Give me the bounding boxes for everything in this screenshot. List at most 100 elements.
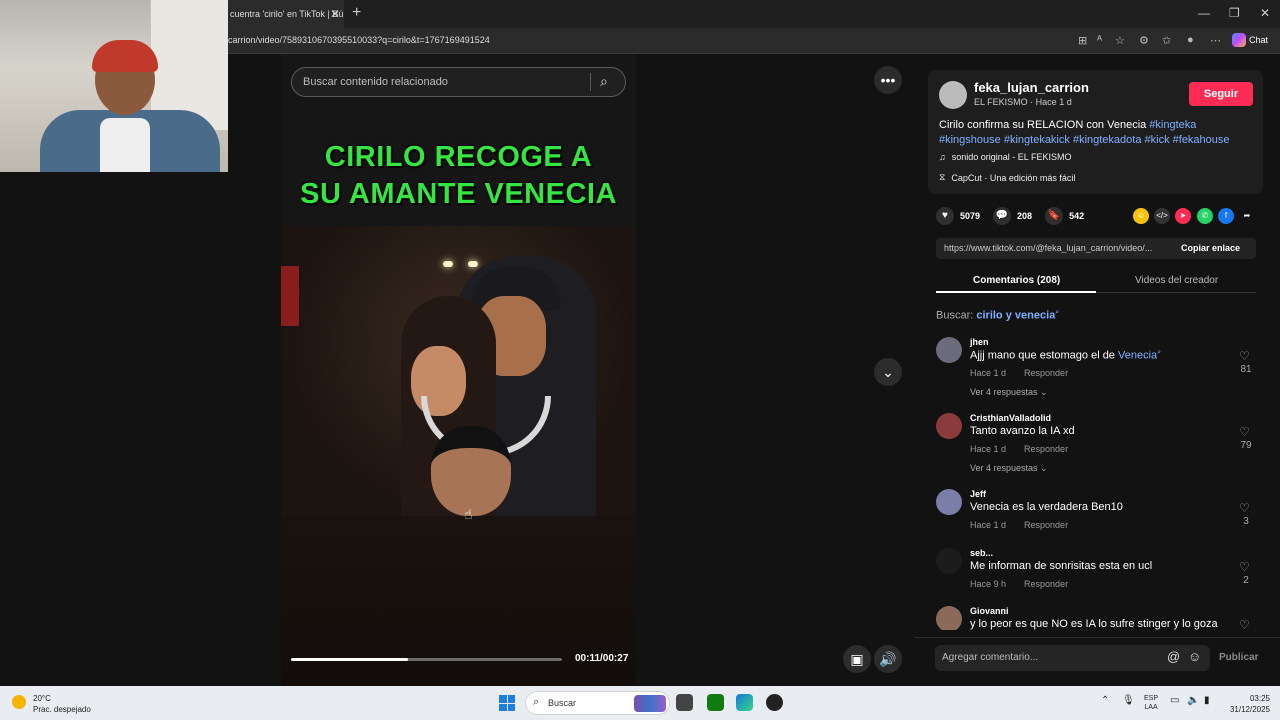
view-replies-button[interactable]: Ver 4 respuestas ⌄ bbox=[970, 387, 1048, 398]
comment-avatar[interactable] bbox=[936, 548, 962, 574]
like-heart-icon[interactable]: ♡ bbox=[1239, 425, 1250, 439]
close-window-icon[interactable]: ✕ bbox=[1260, 6, 1270, 20]
like-heart-icon[interactable]: ♡ bbox=[1239, 501, 1250, 515]
speaker-icon[interactable]: 🔈 bbox=[1187, 695, 1199, 706]
capcut-icon: ⧖ bbox=[939, 172, 946, 182]
comment-avatar[interactable] bbox=[936, 413, 962, 439]
comment-like-count: 79 bbox=[1240, 440, 1252, 451]
task-view-icon[interactable] bbox=[676, 694, 693, 711]
view-replies-button[interactable]: Ver 4 respuestas ⌄ bbox=[970, 463, 1048, 474]
video-progress-bar[interactable] bbox=[291, 658, 562, 661]
reply-button[interactable]: Responder bbox=[1024, 368, 1068, 378]
comment-user[interactable]: CristhianValladolid bbox=[970, 413, 1051, 423]
chevron-up-icon[interactable]: ⌃ bbox=[1101, 695, 1109, 706]
restore-icon[interactable]: ❐ bbox=[1229, 6, 1240, 20]
share-arrow-icon[interactable]: ➦ bbox=[1239, 208, 1255, 224]
profile-icon[interactable]: ● bbox=[1187, 34, 1194, 46]
chat-button[interactable]: Chat bbox=[1232, 33, 1268, 47]
like-heart-icon[interactable]: ♡ bbox=[1239, 618, 1250, 630]
heart-icon[interactable]: ♥ bbox=[936, 207, 954, 225]
more-icon[interactable]: ⋯ bbox=[1210, 34, 1221, 47]
hashtag[interactable]: #kingtekakick bbox=[1004, 134, 1070, 146]
more-options-button[interactable]: ••• bbox=[874, 66, 902, 94]
taskbar-search[interactable]: ⌕ Buscar bbox=[525, 691, 670, 715]
saves-count: 542 bbox=[1069, 211, 1085, 221]
language-indicator[interactable]: ESP LAA bbox=[1144, 694, 1158, 712]
new-tab-icon[interactable]: + bbox=[352, 4, 361, 22]
extensions-icon[interactable]: ⚙ bbox=[1139, 34, 1149, 47]
pip-icon: ▣ bbox=[850, 651, 864, 667]
emoji-share-icon[interactable]: ☺ bbox=[1133, 208, 1149, 224]
comment-avatar[interactable] bbox=[936, 489, 962, 515]
search-icon[interactable]: ⌕ bbox=[600, 73, 608, 90]
share-link-url[interactable]: https://www.tiktok.com/@feka_lujan_carri… bbox=[944, 243, 1170, 253]
comment-user[interactable]: Giovanni bbox=[970, 606, 1009, 616]
edge-icon[interactable] bbox=[736, 694, 753, 711]
pip-button[interactable]: ▣ bbox=[843, 645, 871, 673]
hashtag[interactable]: #kingtekadota bbox=[1073, 134, 1142, 146]
send-icon[interactable]: ➤ bbox=[1175, 208, 1191, 224]
app-icon[interactable] bbox=[766, 694, 783, 711]
comment-user[interactable]: Jeff bbox=[970, 489, 986, 499]
search-suggestion[interactable]: Buscar: cirilo y venecia⌕ bbox=[936, 309, 1059, 322]
sound-link[interactable]: ♫ sonido original - EL FEKISMO bbox=[939, 152, 1071, 162]
favorites-icon[interactable]: ✩ bbox=[1162, 34, 1171, 47]
bookmark-icon[interactable]: 🔖 bbox=[1045, 207, 1064, 225]
comment-text: Ajjj mano que estomago el de Venecia⌕ bbox=[970, 349, 1161, 362]
xbox-icon[interactable] bbox=[707, 694, 724, 711]
comment-user[interactable]: jhen bbox=[970, 337, 989, 347]
tab-creator-videos[interactable]: Videos del creador bbox=[1135, 275, 1218, 286]
comment-meta: Hace 9 h Responder bbox=[970, 579, 1068, 589]
follow-button[interactable]: Seguir bbox=[1189, 82, 1253, 106]
mic-icon[interactable]: 🎙 bbox=[1122, 695, 1135, 706]
search-icon: ⌕ bbox=[533, 696, 540, 708]
minimize-icon[interactable]: — bbox=[1198, 6, 1210, 20]
comment-item: jhen Ajjj mano que estomago el de Veneci… bbox=[936, 337, 1256, 397]
comment-avatar[interactable] bbox=[936, 337, 962, 363]
network-icon[interactable]: ▭ bbox=[1170, 695, 1179, 706]
tab-comments[interactable]: Comentarios (208) bbox=[973, 275, 1060, 286]
reply-button[interactable]: Responder bbox=[1024, 579, 1068, 589]
app-available-icon[interactable]: ⊞ bbox=[1078, 34, 1087, 47]
mention-icon[interactable]: @ bbox=[1167, 649, 1180, 664]
related-search-input[interactable]: Buscar contenido relacionado ⌕ bbox=[291, 67, 626, 97]
url-text[interactable]: carrion/video/7589310670395510033?q=ciri… bbox=[228, 35, 490, 45]
capcut-link[interactable]: ⧖ CapCut · Una edición más fácil bbox=[939, 172, 1075, 183]
comment-avatar[interactable] bbox=[936, 606, 962, 630]
hashtag[interactable]: #fekahouse bbox=[1173, 134, 1230, 146]
author-username[interactable]: feka_lujan_carrion bbox=[974, 80, 1089, 95]
tab-close-icon[interactable]: ✕ bbox=[330, 7, 340, 21]
whatsapp-icon[interactable]: ✆ bbox=[1197, 208, 1213, 224]
comment-link[interactable]: Venecia bbox=[1118, 350, 1157, 362]
mouse-cursor-icon: ☝ bbox=[464, 506, 473, 522]
like-heart-icon[interactable]: ♡ bbox=[1239, 349, 1250, 363]
facebook-icon[interactable]: f bbox=[1218, 208, 1234, 224]
person-shirt bbox=[100, 118, 150, 172]
next-video-button[interactable]: ⌄ bbox=[874, 358, 902, 386]
emoji-icon[interactable]: ☺ bbox=[1188, 649, 1201, 664]
like-heart-icon[interactable]: ♡ bbox=[1239, 560, 1250, 574]
search-suggestion-query[interactable]: cirilo y venecia bbox=[976, 310, 1055, 322]
author-avatar[interactable] bbox=[939, 81, 967, 109]
copy-link-button[interactable]: Copiar enlace bbox=[1181, 243, 1240, 253]
battery-icon[interactable]: ▮ bbox=[1204, 695, 1210, 706]
start-button[interactable] bbox=[499, 695, 515, 711]
video-player[interactable]: Buscar contenido relacionado ⌕ CIRILO RE… bbox=[281, 54, 636, 686]
comment-user[interactable]: seb... bbox=[970, 548, 993, 558]
hashtag[interactable]: #kick bbox=[1145, 134, 1170, 146]
hashtag[interactable]: #kingshouse bbox=[939, 134, 1001, 146]
publish-button[interactable]: Publicar bbox=[1219, 652, 1258, 663]
hashtag[interactable]: #kingteka bbox=[1149, 119, 1196, 131]
embed-icon[interactable]: </> bbox=[1154, 208, 1170, 224]
comment-icon[interactable]: 💬 bbox=[993, 207, 1012, 225]
clock[interactable]: 03:25 31/12/2025 bbox=[1226, 693, 1270, 715]
translate-icon[interactable]: ᴬ bbox=[1097, 34, 1102, 46]
volume-button[interactable]: 🔊 bbox=[874, 645, 902, 673]
description-text: Cirilo confirma su RELACION con Venecia bbox=[939, 119, 1150, 131]
comment-input[interactable]: Agregar comentario... @ ☺ bbox=[935, 645, 1210, 671]
favorite-icon[interactable]: ☆ bbox=[1115, 34, 1125, 47]
video-headline: CIRILO RECOGE A SU AMANTE VENECIA bbox=[281, 139, 636, 213]
reply-button[interactable]: Responder bbox=[1024, 444, 1068, 454]
browser-tab[interactable]: cuentra 'cirilo' en TikTok | Bú bbox=[222, 0, 344, 28]
reply-button[interactable]: Responder bbox=[1024, 520, 1068, 530]
